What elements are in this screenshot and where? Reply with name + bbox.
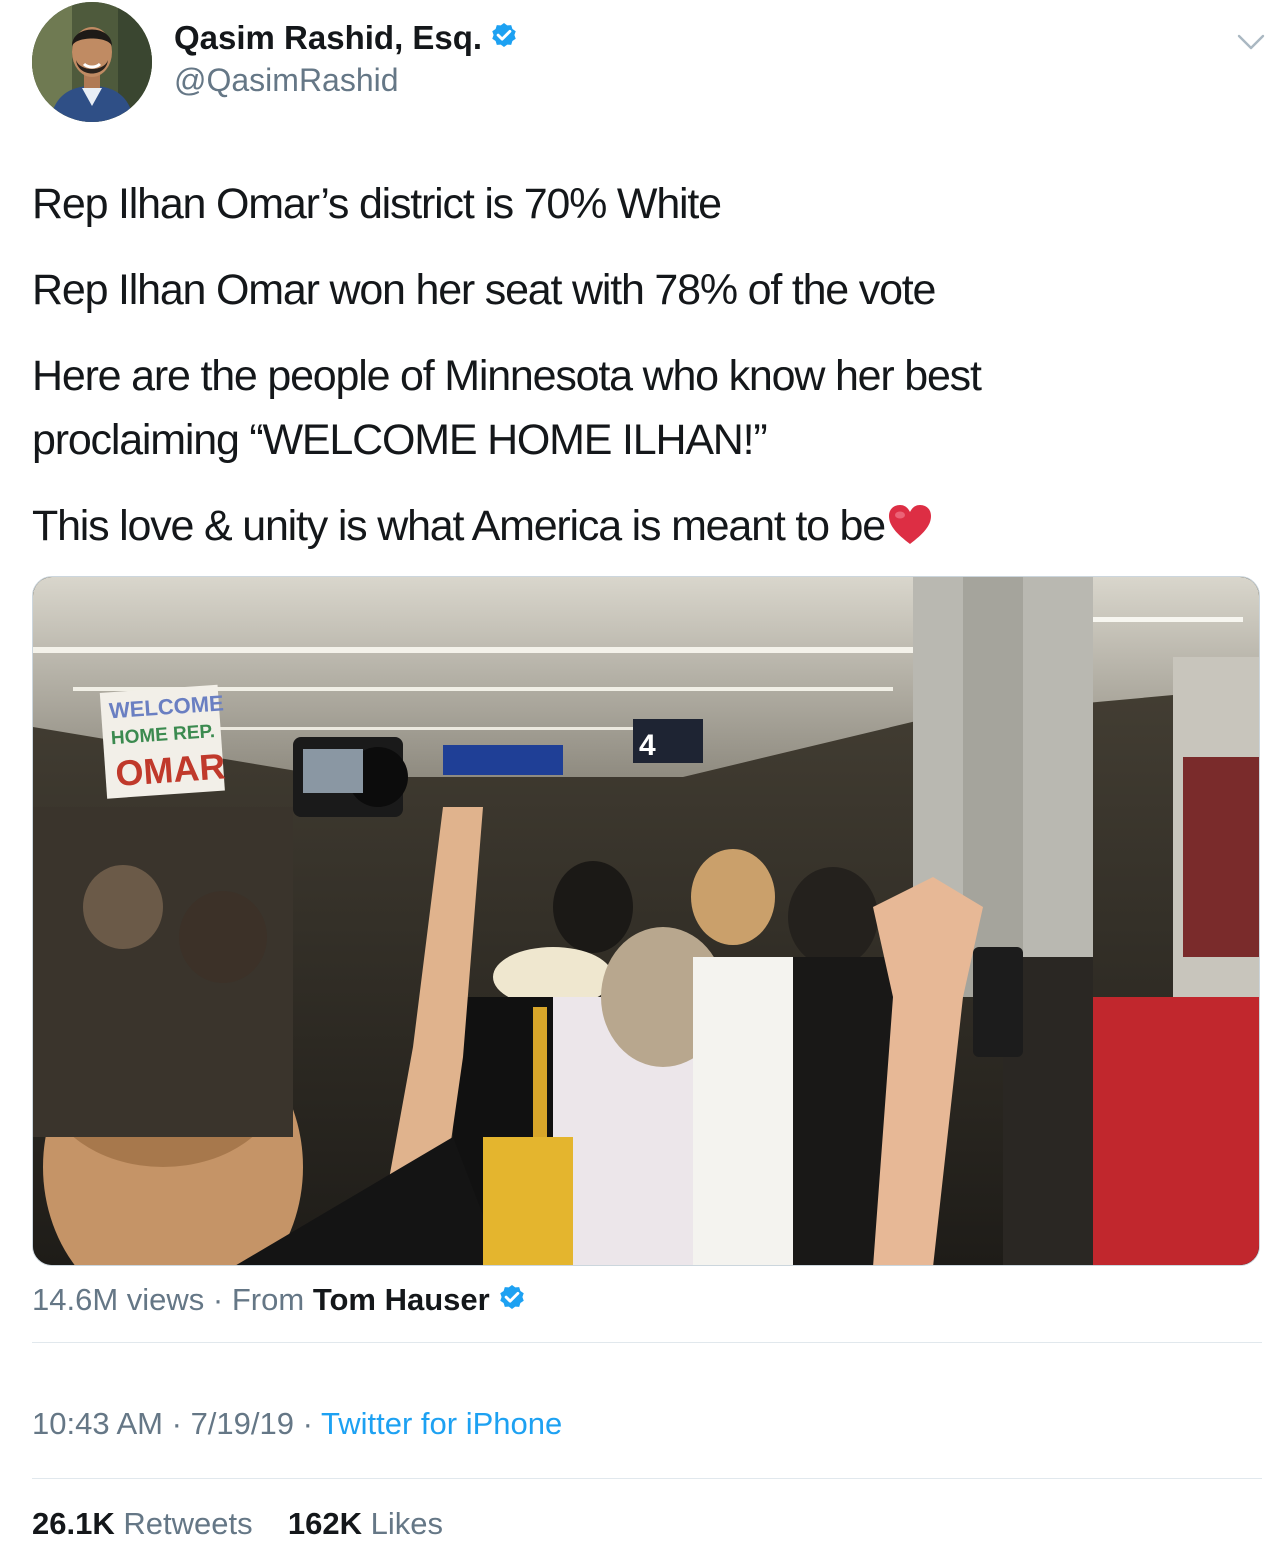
- tweet-line-3: Here are the people of Minnesota who kno…: [32, 352, 982, 464]
- likes-count: 162K: [287, 1506, 362, 1541]
- engagement-stats: 26.1K Retweets 162K Likes: [32, 1502, 443, 1546]
- divider: [32, 1478, 1262, 1479]
- sign-line-3: OMAR: [114, 745, 227, 794]
- retweets-label: Retweets: [123, 1506, 253, 1541]
- gate-sign-text: 4: [639, 729, 656, 762]
- red-heart-icon: [888, 505, 931, 544]
- tweet-source-link[interactable]: Twitter for iPhone: [321, 1406, 562, 1441]
- tweet-line-1: Rep Ilhan Omar’s district is 70% White: [32, 180, 722, 228]
- from-label: From: [231, 1282, 305, 1317]
- chevron-down-icon[interactable]: [1236, 30, 1266, 54]
- meta-separator: ·: [212, 1282, 224, 1317]
- display-name[interactable]: Qasim Rashid, Esq.: [174, 16, 520, 60]
- source-separator: ·: [302, 1406, 313, 1441]
- tweet-line-2: Rep Ilhan Omar won her seat with 78% of …: [32, 266, 936, 314]
- view-count: 14.6M views: [32, 1282, 205, 1317]
- tweet-line-4: This love & unity is what America is mea…: [32, 494, 1252, 558]
- avatar[interactable]: [32, 2, 152, 122]
- handle[interactable]: @QasimRashid: [174, 58, 399, 102]
- tweet-time[interactable]: 10:43 AM: [32, 1406, 163, 1441]
- verified-badge-icon: [492, 23, 516, 48]
- retweets-count: 26.1K: [32, 1506, 115, 1541]
- video-frame: 4 WELCOME HOME REP. OMAR: [33, 577, 1259, 1265]
- time-separator: ·: [171, 1406, 182, 1441]
- display-name-text[interactable]: Qasim Rashid, Esq.: [174, 19, 482, 56]
- tweet-line-4-text: This love & unity is what America is mea…: [32, 502, 886, 550]
- retweets-stat[interactable]: 26.1K Retweets: [32, 1506, 261, 1541]
- likes-label: Likes: [370, 1506, 443, 1541]
- verified-badge-icon: [499, 1284, 524, 1309]
- from-author[interactable]: Tom Hauser: [313, 1282, 490, 1317]
- video-meta: 14.6M views · From Tom Hauser: [32, 1278, 528, 1322]
- video-player[interactable]: 4 WELCOME HOME REP. OMAR: [32, 576, 1260, 1266]
- profile-photo: [32, 2, 152, 122]
- timestamp-row: 10:43 AM · 7/19/19 · Twitter for iPhone: [32, 1402, 562, 1446]
- likes-stat[interactable]: 162K Likes: [279, 1506, 443, 1541]
- tweet-date[interactable]: 7/19/19: [191, 1406, 294, 1441]
- divider: [32, 1342, 1262, 1343]
- tweet-text: Rep Ilhan Omar’s district is 70% White R…: [32, 172, 1252, 580]
